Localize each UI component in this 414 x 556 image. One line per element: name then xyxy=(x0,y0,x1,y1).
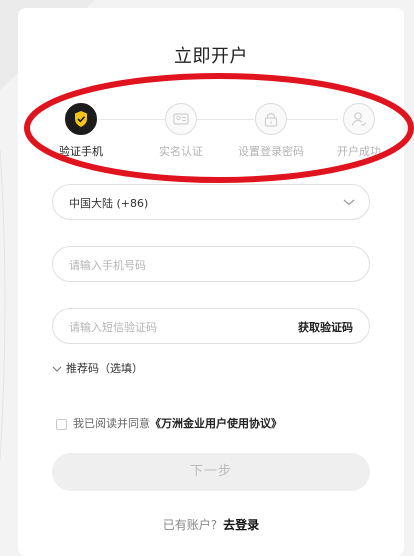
referral-toggle[interactable]: 推荐码（选填） xyxy=(52,360,143,376)
sms-code-input[interactable]: 请输入短信验证码 获取验证码 xyxy=(52,308,370,344)
agreement-row: 我已阅读并同意《万洲金业用户使用协议》 xyxy=(56,415,282,431)
get-code-button[interactable]: 获取验证码 xyxy=(298,319,353,335)
agreement-link[interactable]: 《万洲金业用户使用协议》 xyxy=(150,417,282,430)
referral-label: 推荐码（选填） xyxy=(66,362,143,375)
phone-input[interactable]: 请输入手机号码 xyxy=(52,246,370,282)
page-title: 立即开户 xyxy=(174,46,248,67)
shield-icon xyxy=(65,103,97,135)
login-prompt: 已有账户? xyxy=(162,518,218,532)
step-success: 开户成功 xyxy=(314,96,404,159)
step-label: 实名认证 xyxy=(159,145,203,158)
step-progress: 验证手机 实名认证 设置登录密码 开户成功 xyxy=(18,96,404,166)
chevron-down-icon xyxy=(52,366,62,372)
next-button[interactable]: 下一步 xyxy=(52,453,370,491)
login-row: 已有账户? 去登录 xyxy=(18,516,404,533)
login-link[interactable]: 去登录 xyxy=(223,518,259,532)
step-label: 设置登录密码 xyxy=(238,145,304,158)
sms-code-placeholder: 请输入短信验证码 xyxy=(69,321,157,334)
region-select-value: 中国大陆 (+86) xyxy=(69,197,149,210)
lock-icon xyxy=(255,103,287,135)
step-real-name: 实名认证 xyxy=(136,96,226,159)
step-label: 验证手机 xyxy=(59,145,103,158)
user-check-icon xyxy=(343,103,375,135)
signup-card: 立即开户 验证手机 实名认证 设置登录密码 开户成功 中国大陆 (+86) 请输… xyxy=(18,8,404,556)
chevron-down-icon xyxy=(343,199,355,206)
agreement-checkbox[interactable] xyxy=(56,418,67,430)
agreement-text: 我已阅读并同意 xyxy=(73,417,150,430)
step-label: 开户成功 xyxy=(337,145,381,158)
region-select[interactable]: 中国大陆 (+86) xyxy=(52,184,370,220)
phone-input-placeholder: 请输入手机号码 xyxy=(69,259,146,272)
step-set-password: 设置登录密码 xyxy=(226,96,316,159)
id-card-icon xyxy=(165,103,197,135)
step-verify-phone: 验证手机 xyxy=(36,96,126,159)
